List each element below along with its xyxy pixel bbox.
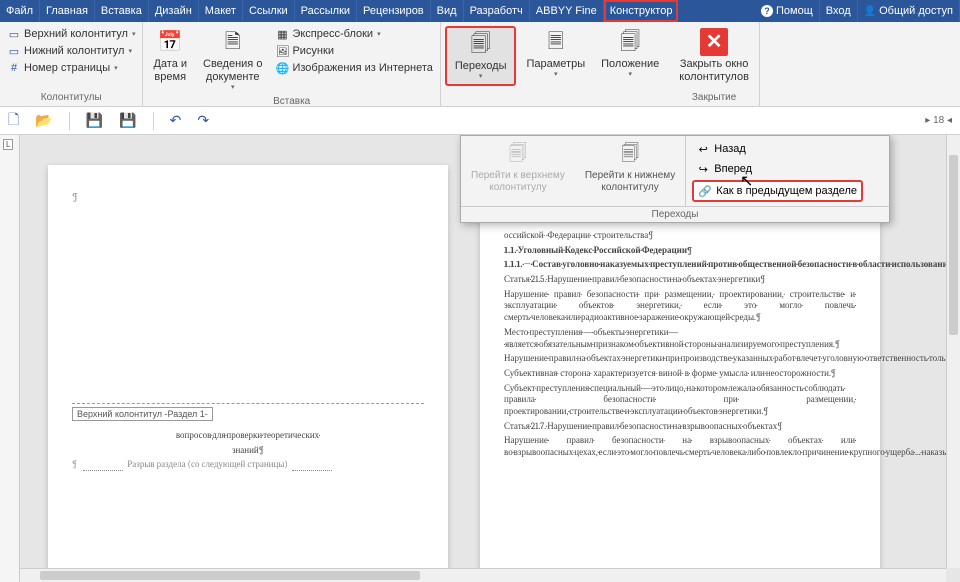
- nav-forward-button[interactable]: ↪Вперед: [692, 160, 863, 178]
- p2-p8: Статья·21.7.·Нарушение·правил·безопаснос…: [504, 422, 856, 434]
- ribbon: ▭Верхний колонтитул▾ ▭Нижний колонтитул▾…: [0, 22, 960, 107]
- tab-review[interactable]: Рецензиров: [357, 0, 431, 22]
- tab-abbyy[interactable]: ABBYY Fine: [530, 0, 604, 22]
- group-close-label: Закрытие: [673, 91, 755, 104]
- tab-file[interactable]: Файл: [0, 0, 40, 22]
- tab-home[interactable]: Главная: [40, 0, 95, 22]
- close-hf-button[interactable]: ✕Закрыть окно колонтитулов: [673, 26, 755, 86]
- tab-constructor[interactable]: Конструктор: [604, 0, 679, 22]
- position-icon: 🗐: [616, 28, 644, 56]
- page-number-button[interactable]: #Номер страницы▾: [4, 60, 138, 76]
- online-picture-icon: 🌐: [275, 61, 289, 75]
- top-header-button[interactable]: ▭Верхний колонтитул▾: [4, 26, 138, 42]
- tab-help[interactable]: Помощ: [755, 0, 820, 22]
- qat-redo-icon[interactable]: ↷: [197, 112, 209, 129]
- dropdown-group-label: Переходы: [461, 206, 889, 222]
- transitions-button[interactable]: 🗐Переходы▾: [445, 26, 517, 86]
- tab-design[interactable]: Дизайн: [149, 0, 199, 22]
- doc-info-icon: 🗎: [219, 28, 247, 56]
- header-bottom-icon: ▭: [7, 44, 21, 58]
- back-icon: ↩: [696, 142, 710, 156]
- doc-info-button[interactable]: 🗎Сведения о документе▾: [197, 26, 268, 95]
- goto-bottom-hf-button[interactable]: 🗐Перейти к нижнему колонтитулу: [575, 136, 685, 206]
- params-icon: 🗏: [542, 28, 570, 56]
- p2-p1: 1.1.1.·→·Состав·уголовно·наказуемых·прес…: [504, 260, 856, 272]
- p2-p4: Место·преступления·—·объекты·энергетики·…: [504, 328, 856, 351]
- nav-back-button[interactable]: ↩Назад: [692, 140, 863, 158]
- p2-p9: Нарушение· правил· безопасности· на· взр…: [504, 436, 856, 459]
- tab-mail[interactable]: Рассылки: [295, 0, 357, 22]
- position-button[interactable]: 🗐Положение▾: [595, 26, 665, 82]
- pictures-button[interactable]: 🖼Рисунки: [272, 43, 435, 59]
- page-up-icon: 🗐: [506, 140, 530, 168]
- page1-section-break: ¶ Разрыв раздела (со следующей страницы): [72, 460, 424, 472]
- tab-share[interactable]: Общий доступ: [858, 0, 960, 22]
- p2-h1: 1.1.·Уголовный·Кодекс·Российской·Федерац…: [504, 246, 856, 258]
- document-page-2: ¶ Верхний колонтитул -Раздел 2- Как в пр…: [480, 165, 880, 582]
- page1-line2: знаний¶: [72, 446, 424, 458]
- blocks-icon: ▦: [275, 27, 289, 41]
- vertical-scrollbar[interactable]: [946, 135, 960, 568]
- qat-saveall-icon[interactable]: 💾: [119, 112, 136, 129]
- page-down-icon: 🗐: [618, 140, 642, 168]
- qat-open-icon[interactable]: 📂: [35, 112, 52, 129]
- document-page-1: ¶ Верхний колонтитул -Раздел 1- вопросов…: [48, 165, 448, 582]
- tab-view[interactable]: Вид: [431, 0, 464, 22]
- group-empty-label: [445, 91, 665, 104]
- group-headers-label: Колонтитулы: [4, 91, 138, 104]
- p2-p2: Статья·21.5.·Нарушение·правил·безопаснос…: [504, 275, 856, 287]
- p2-p5: Нарушение·правил·на·объектах·энергетики·…: [504, 354, 856, 366]
- goto-top-hf-button[interactable]: 🗐Перейти к верхнему колонтитулу: [461, 136, 575, 206]
- qat-save-icon[interactable]: 💾: [86, 112, 103, 129]
- qat-undo-icon[interactable]: ↶: [170, 112, 182, 129]
- picture-icon: 🖼: [275, 44, 289, 58]
- tab-layout[interactable]: Макет: [199, 0, 243, 22]
- tab-developer[interactable]: Разработч: [464, 0, 530, 22]
- tab-bar: Файл Главная Вставка Дизайн Макет Ссылки…: [0, 0, 960, 22]
- vertical-ruler: L: [0, 135, 20, 582]
- group-insert-label: Вставка: [147, 95, 435, 108]
- header-tab-section-1: Верхний колонтитул -Раздел 1-: [72, 407, 213, 421]
- as-prev-section-button[interactable]: 🔗Как в предыдущем разделе: [692, 180, 863, 202]
- forward-icon: ↪: [696, 162, 710, 176]
- horizontal-scrollbar[interactable]: [20, 568, 946, 582]
- tab-insert[interactable]: Вставка: [95, 0, 149, 22]
- p2-p6: Субъективная· сторона· характеризуется· …: [504, 369, 856, 381]
- transitions-icon: 🗐: [467, 30, 495, 58]
- close-icon: ✕: [700, 28, 728, 56]
- params-button[interactable]: 🗏Параметры▾: [520, 26, 591, 82]
- p2-p7: Субъект·преступления·специальный·—·это·л…: [504, 384, 856, 419]
- tab-login[interactable]: Вход: [820, 0, 858, 22]
- transitions-dropdown: 🗐Перейти к верхнему колонтитулу 🗐Перейти…: [460, 135, 890, 223]
- qat-new-icon[interactable]: 🗋: [8, 109, 19, 133]
- link-icon: 🔗: [698, 184, 712, 198]
- express-blocks-button[interactable]: ▦Экспресс-блоки▾: [272, 26, 435, 42]
- p2-p3: Нарушение· правил· безопасности· при· ра…: [504, 290, 856, 325]
- tab-references[interactable]: Ссылки: [243, 0, 295, 22]
- page-number-icon: #: [7, 61, 21, 75]
- page1-line1: вопросов·для·проверки·теоретических·: [72, 431, 424, 443]
- workspace: L ¶ Верхний колонтитул -Раздел 1- вопрос…: [0, 135, 960, 582]
- p2-header-line: оссийской· ·Федерации· ·строительства¶: [504, 231, 856, 243]
- header-top-icon: ▭: [7, 27, 21, 41]
- date-time-button[interactable]: 📅Дата и время: [147, 26, 193, 86]
- ruler-indicator: ▸ 18 ◂: [925, 115, 952, 126]
- quick-access-toolbar: 🗋 📂 💾 💾 ↶ ↷ ▸ 18 ◂: [0, 107, 960, 135]
- calendar-icon: 📅: [156, 28, 184, 56]
- bottom-header-button[interactable]: ▭Нижний колонтитул▾: [4, 43, 138, 59]
- online-pictures-button[interactable]: 🌐Изображения из Интернета: [272, 60, 435, 76]
